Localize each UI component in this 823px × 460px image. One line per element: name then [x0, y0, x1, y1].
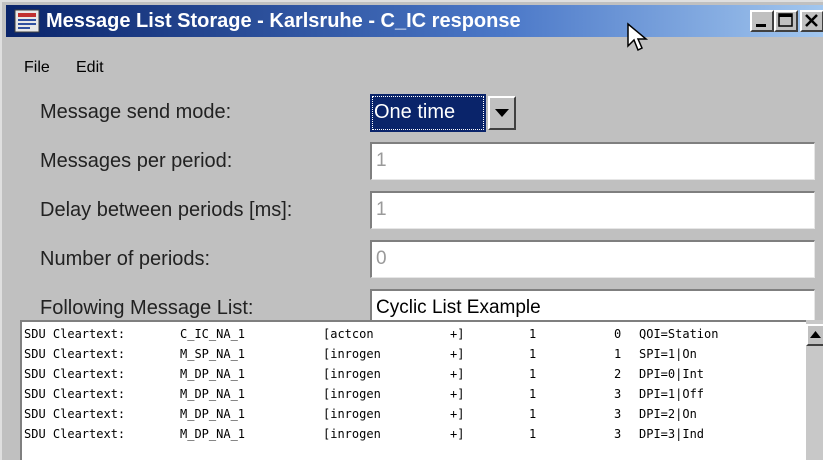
send-mode-label: Message send mode: — [40, 101, 232, 123]
message-flag: +] — [450, 407, 465, 421]
message-flag: +] — [450, 427, 465, 441]
close-button[interactable] — [800, 10, 823, 32]
message-address: 1 — [614, 347, 622, 361]
app-icon — [14, 9, 40, 33]
message-type: C_IC_NA_1 — [180, 327, 246, 341]
delay-between-periods-label: Delay between periods [ms]: — [40, 199, 293, 221]
message-cause: [inrogen — [323, 347, 381, 361]
message-count: 1 — [529, 347, 537, 361]
message-prefix: SDU Cleartext: — [24, 387, 126, 401]
message-prefix: SDU Cleartext: — [24, 407, 126, 421]
message-count: 1 — [529, 327, 537, 341]
menu-file[interactable]: File — [24, 59, 50, 77]
minimize-icon — [756, 24, 766, 27]
message-cause: [inrogen — [323, 427, 381, 441]
scroll-up-button[interactable] — [806, 324, 823, 346]
message-value: DPI=0|Int — [639, 367, 705, 381]
mouse-pointer-icon — [627, 22, 649, 52]
message-address: 3 — [614, 387, 622, 401]
message-flag: +] — [450, 347, 465, 361]
message-prefix: SDU Cleartext: — [24, 367, 126, 381]
message-cause: [inrogen — [323, 407, 381, 421]
message-cause: [inrogen — [323, 367, 381, 381]
message-address: 0 — [614, 327, 622, 341]
message-address: 2 — [614, 367, 622, 381]
chevron-down-icon — [495, 109, 509, 117]
message-type: M_SP_NA_1 — [180, 347, 246, 361]
message-flag: +] — [450, 367, 465, 381]
messages-per-period-label: Messages per period: — [40, 150, 233, 172]
message-count: 1 — [529, 387, 537, 401]
delay-between-periods-field[interactable]: 1 — [370, 191, 815, 229]
message-type: M_DP_NA_1 — [180, 367, 246, 381]
message-value: DPI=3|Ind — [639, 427, 705, 441]
message-cause: [actcon — [323, 327, 374, 341]
maximize-icon — [778, 13, 793, 27]
message-type: M_DP_NA_1 — [180, 427, 246, 441]
message-flag: +] — [450, 387, 465, 401]
message-count: 1 — [529, 367, 537, 381]
messages-per-period-field[interactable]: 1 — [370, 142, 815, 180]
number-of-periods-label: Number of periods: — [40, 248, 211, 270]
message-address: 3 — [614, 427, 622, 441]
message-count: 1 — [529, 427, 537, 441]
title-bar[interactable]: Message List Storage - Karlsruhe - C_IC … — [6, 5, 823, 37]
message-value: QOI=Station — [639, 327, 719, 341]
scroll-up-arrow-icon — [810, 331, 821, 338]
message-list[interactable]: SDU Cleartext: C_IC_NA_1 [actcon +] 1 0 … — [20, 320, 806, 460]
message-list-storage-window: Message List Storage - Karlsruhe - C_IC … — [0, 0, 823, 460]
message-count: 1 — [529, 407, 537, 421]
message-type: M_DP_NA_1 — [180, 387, 246, 401]
vertical-scrollbar[interactable] — [806, 320, 823, 460]
send-mode-value[interactable]: One time — [370, 94, 486, 132]
window-title: Message List Storage - Karlsruhe - C_IC … — [46, 10, 521, 32]
message-prefix: SDU Cleartext: — [24, 347, 126, 361]
message-address: 3 — [614, 407, 622, 421]
message-type: M_DP_NA_1 — [180, 407, 246, 421]
message-value: DPI=1|Off — [639, 387, 705, 401]
message-value: DPI=2|On — [639, 407, 697, 421]
maximize-button[interactable] — [774, 10, 798, 32]
message-prefix: SDU Cleartext: — [24, 427, 126, 441]
minimize-button[interactable] — [750, 10, 774, 32]
close-icon — [805, 14, 818, 27]
message-value: SPI=1|On — [639, 347, 697, 361]
message-prefix: SDU Cleartext: — [24, 327, 126, 341]
menu-edit[interactable]: Edit — [76, 59, 104, 77]
message-cause: [inrogen — [323, 387, 381, 401]
message-flag: +] — [450, 327, 465, 341]
send-mode-dropdown-button[interactable] — [488, 96, 516, 130]
number-of-periods-field[interactable]: 0 — [370, 240, 815, 278]
following-message-list-label: Following Message List: — [40, 297, 254, 319]
